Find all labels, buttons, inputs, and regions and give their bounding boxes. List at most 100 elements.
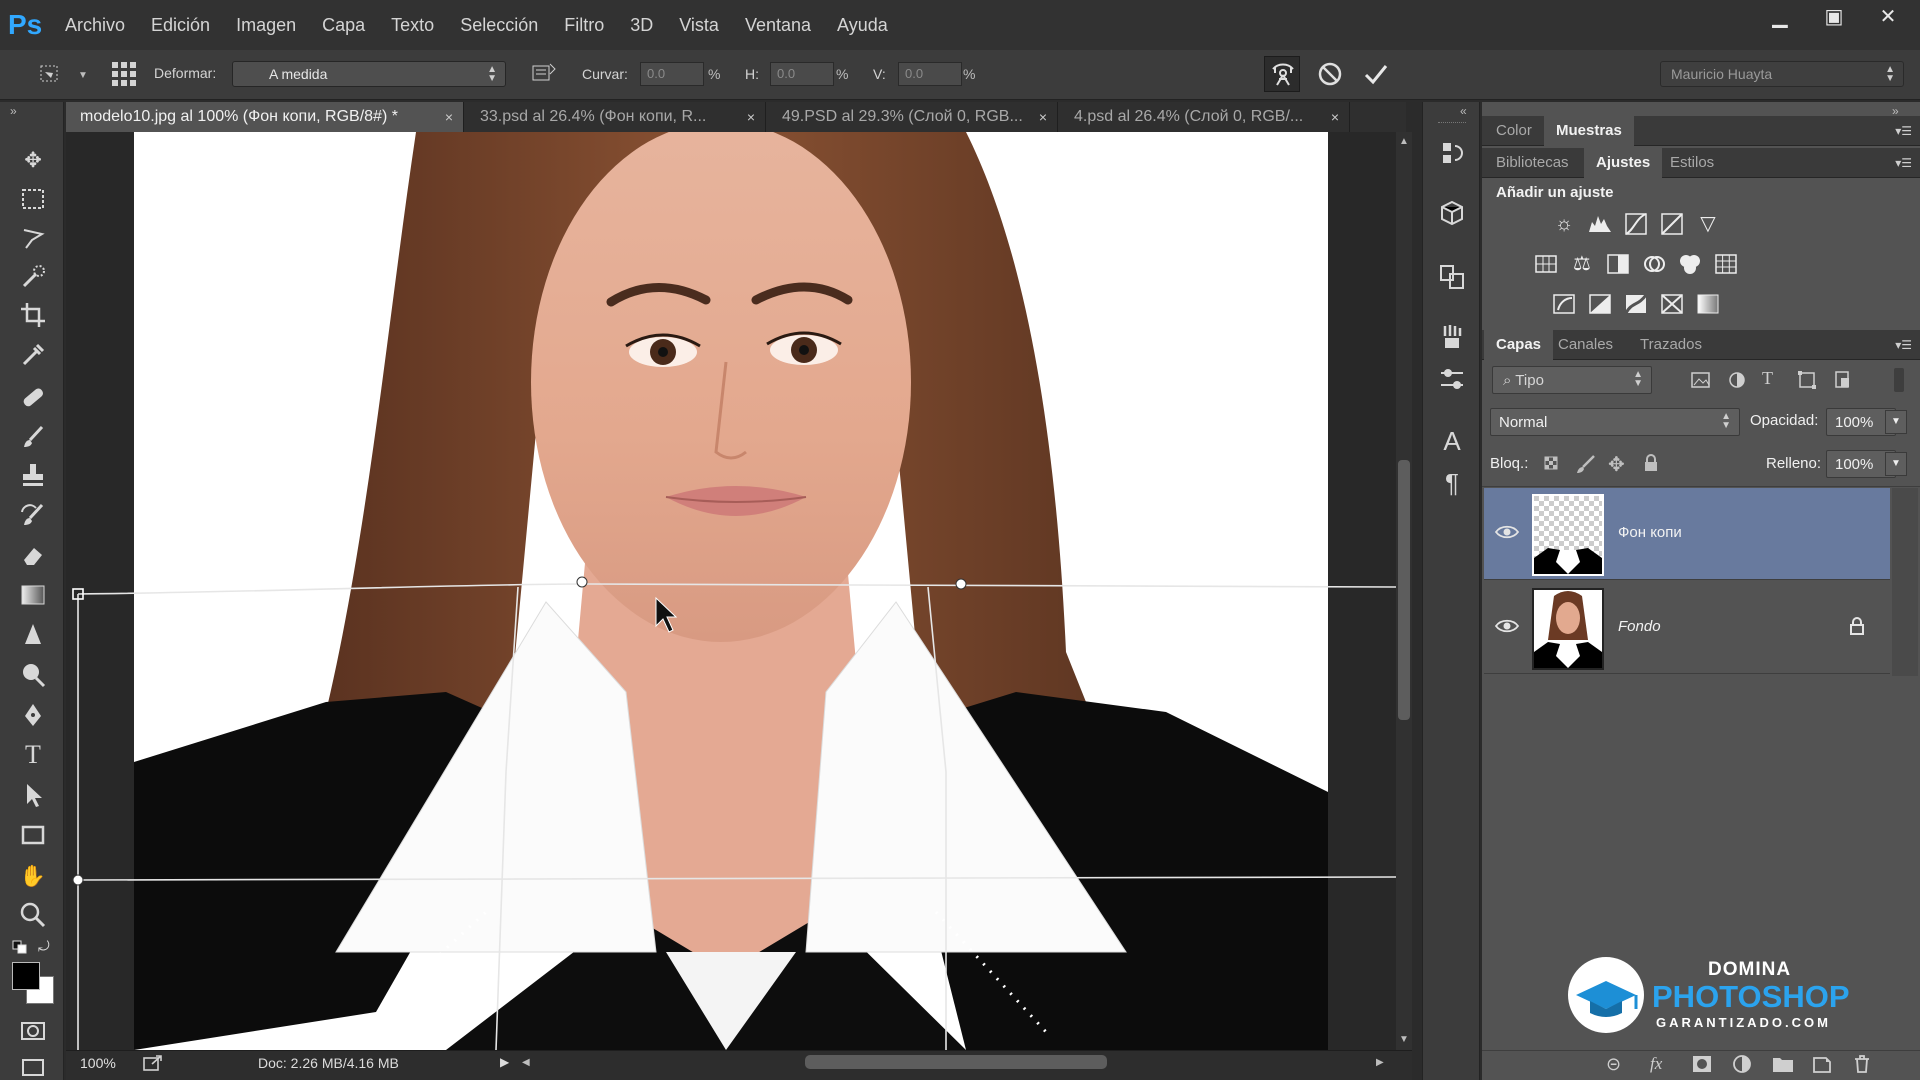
menu-ayuda[interactable]: Ayuda [824, 0, 901, 50]
link-layers-icon[interactable]: ⊝ [1606, 1054, 1621, 1075]
lasso-tool-icon[interactable] [18, 222, 48, 252]
invert-icon[interactable] [1550, 290, 1578, 318]
healing-brush-tool-icon[interactable] [18, 382, 48, 412]
swap-colors-icon[interactable]: ⤾ [38, 938, 50, 955]
layer-style-fx-icon[interactable]: fx [1650, 1054, 1662, 1074]
document-canvas[interactable] [66, 132, 1396, 1050]
filter-type-icon[interactable]: T [1762, 368, 1773, 389]
tab-49psd[interactable]: 49.PSD al 29.3% (Слой 0, RGB... × [768, 102, 1058, 132]
warp-grid-icon[interactable] [110, 60, 138, 88]
blend-mode-select[interactable]: Normal ▲ ▼ [1490, 408, 1740, 436]
tab-layers[interactable]: Capas [1484, 330, 1554, 360]
new-group-icon[interactable] [1772, 1055, 1794, 1073]
crop-tool-icon[interactable] [18, 300, 48, 330]
menu-3d[interactable]: 3D [617, 0, 666, 50]
menu-archivo[interactable]: Archivo [52, 0, 138, 50]
history-brush-tool-icon[interactable] [18, 500, 48, 530]
black-white-icon[interactable] [1604, 250, 1632, 278]
hand-tool-icon[interactable]: ✋ [18, 862, 48, 892]
visibility-eye-icon[interactable] [1494, 522, 1520, 542]
maximize-icon[interactable]: ▣ [1812, 4, 1856, 30]
horizontal-distortion-input[interactable]: 0.0 [770, 62, 834, 86]
tab-libraries[interactable]: Bibliotecas [1484, 148, 1581, 178]
filter-shape-icon[interactable] [1796, 370, 1818, 390]
layer-name[interactable]: Фон копи [1618, 524, 1682, 541]
clone-source-panel-icon[interactable] [1437, 262, 1467, 292]
brush-tool-icon[interactable] [18, 422, 48, 452]
threshold-icon[interactable] [1622, 290, 1650, 318]
brightness-contrast-icon[interactable]: ☼ [1550, 210, 1578, 238]
filter-smart-object-icon[interactable] [1832, 370, 1854, 390]
tab-styles[interactable]: Estilos [1658, 148, 1726, 178]
change-orientation-icon[interactable] [528, 60, 558, 88]
tab-4psd[interactable]: 4.psd al 26.4% (Слой 0, RGB/... × [1060, 102, 1350, 132]
tab-adjustments[interactable]: Ajustes [1584, 148, 1663, 178]
opacity-dropdown-icon[interactable]: ▼ [1885, 410, 1907, 434]
status-menu-icon[interactable]: ▶ [500, 1055, 509, 1069]
move-tool-icon[interactable]: ✥ [18, 146, 48, 176]
workspace-select[interactable]: Mauricio Huayta ▲ ▼ [1660, 61, 1904, 87]
tab-swatches[interactable]: Muestras [1544, 116, 1634, 146]
vertical-scroll-thumb[interactable] [1398, 460, 1410, 720]
new-adjustment-layer-icon[interactable] [1732, 1055, 1752, 1073]
close-tab-icon[interactable]: × [1039, 102, 1047, 132]
filter-toggle-switch[interactable] [1894, 368, 1904, 392]
close-tab-icon[interactable]: × [1331, 102, 1339, 132]
filter-adjustment-icon[interactable] [1726, 370, 1748, 390]
close-window-icon[interactable]: ✕ [1866, 4, 1910, 30]
rectangle-tool-icon[interactable] [18, 820, 48, 850]
channel-mixer-icon[interactable] [1676, 250, 1704, 278]
marquee-tool-icon[interactable] [18, 184, 48, 214]
menu-edicion[interactable]: Edición [138, 0, 223, 50]
menu-ventana[interactable]: Ventana [732, 0, 824, 50]
lock-pixels-icon[interactable] [1574, 454, 1596, 474]
new-layer-icon[interactable] [1812, 1055, 1832, 1073]
minimize-icon[interactable]: ▁ [1758, 4, 1802, 30]
commit-transform-icon[interactable] [1362, 60, 1390, 88]
puppet-warp-toggle[interactable] [1264, 56, 1300, 92]
delete-layer-icon[interactable] [1852, 1054, 1872, 1074]
panel-menu-icon[interactable]: ▾☰ [1895, 124, 1912, 138]
lock-transparency-icon[interactable] [1542, 454, 1562, 474]
horizontal-scroll-thumb[interactable] [805, 1055, 1107, 1069]
menu-vista[interactable]: Vista [666, 0, 732, 50]
eyedropper-tool-icon[interactable] [18, 340, 48, 370]
vibrance-icon[interactable]: ▽ [1694, 210, 1722, 238]
gradient-map-icon[interactable] [1694, 290, 1722, 318]
menu-filtro[interactable]: Filtro [551, 0, 617, 50]
panel-menu-icon[interactable]: ▾☰ [1895, 156, 1912, 170]
screen-mode-icon[interactable] [18, 1052, 48, 1080]
close-tab-icon[interactable]: × [747, 102, 755, 132]
vertical-distortion-input[interactable]: 0.0 [898, 62, 962, 86]
filter-pixel-icon[interactable] [1690, 370, 1712, 390]
lock-all-icon[interactable] [1642, 453, 1660, 473]
menu-seleccion[interactable]: Selección [447, 0, 551, 50]
cancel-transform-icon[interactable] [1316, 60, 1344, 88]
paragraph-panel-icon[interactable]: ¶ [1437, 468, 1467, 498]
scroll-down-icon[interactable]: ▼ [1399, 1034, 1409, 1045]
warp-style-select[interactable]: A medida ▲ ▼ [232, 61, 506, 87]
gradient-tool-icon[interactable] [18, 580, 48, 610]
menu-texto[interactable]: Texto [378, 0, 447, 50]
curves-icon[interactable] [1622, 210, 1650, 238]
color-lookup-icon[interactable] [1712, 250, 1740, 278]
type-tool-icon[interactable]: T [18, 740, 48, 770]
pen-tool-icon[interactable] [18, 700, 48, 730]
tab-channels[interactable]: Canales [1546, 330, 1625, 360]
hue-saturation-icon[interactable] [1532, 250, 1560, 278]
share-icon[interactable] [142, 1053, 164, 1073]
tab-paths[interactable]: Trazados [1628, 330, 1714, 360]
zoom-tool-icon[interactable] [18, 900, 48, 930]
exposure-icon[interactable] [1658, 210, 1686, 238]
zoom-level[interactable]: 100% [80, 1055, 116, 1071]
visibility-eye-icon[interactable] [1494, 616, 1520, 636]
quick-mask-icon[interactable] [18, 1016, 48, 1046]
scroll-left-icon[interactable]: ◀ [522, 1057, 530, 1068]
layers-scrollbar[interactable] [1892, 488, 1918, 676]
character-panel-icon[interactable]: A [1437, 426, 1467, 456]
levels-icon[interactable] [1586, 210, 1614, 238]
layer-name[interactable]: Fondo [1618, 618, 1661, 635]
scroll-right-icon[interactable]: ▶ [1376, 1057, 1384, 1068]
dodge-tool-icon[interactable] [18, 660, 48, 690]
warp-tool-preset-icon[interactable] [38, 62, 62, 86]
